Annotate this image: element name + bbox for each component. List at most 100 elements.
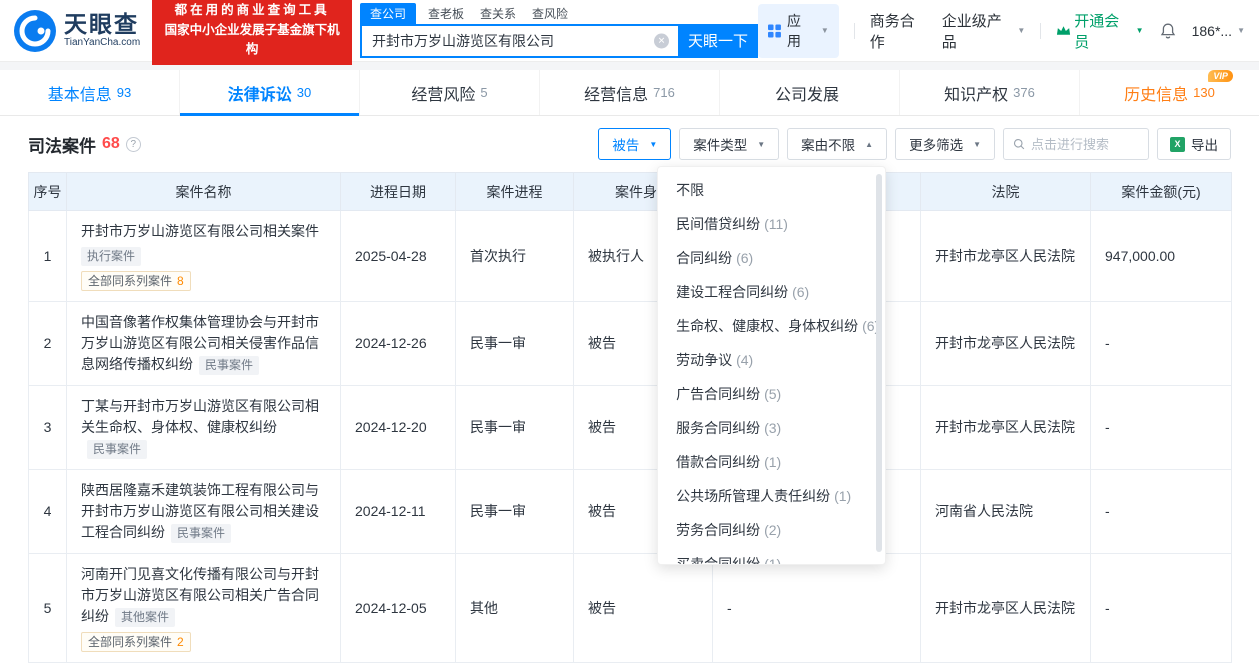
dropdown-item-label: 劳动争议 [676,352,733,368]
dropdown-item-count: (4) [736,352,754,368]
dropdown-item-count: (11) [764,216,788,232]
cell-case-name: 陕西居隆嘉禾建筑装饰工程有限公司与开封市万岁山游览区有限公司相关建设工程合同纠纷… [66,469,341,554]
cell-case-name: 开封市万岁山游览区有限公司相关案件 执行案件 全部同系列案件 8 [66,210,341,302]
cell-cause: - [712,553,921,663]
section-toolbar: 司法案件 68 ? 被告 ▼ 案件类型 ▼ 案由不限 ▲ 不限 民间借贷纠纷 (1… [28,128,1231,565]
series-count: 2 [177,635,184,649]
membership-label: 开通会员 [1074,12,1120,51]
dropdown-item[interactable]: 建设工程合同纠纷 (6) [658,275,885,309]
case-link[interactable]: 开封市万岁山游览区有限公司相关案件 [81,221,326,242]
case-search-input[interactable] [1031,136,1139,152]
user-account-menu[interactable]: 186*... ▼ [1192,23,1245,39]
nav-open-membership[interactable]: 开通会员 ▼ [1056,10,1144,52]
col-no: 序号 [28,172,67,211]
series-cases-badge[interactable]: 全部同系列案件 8 [81,271,191,291]
table-row: 5 河南开门见喜文化传播有限公司与开封市万岁山游览区有限公司相关广告合同纠纷 其他… [28,553,1232,663]
search-tab-company[interactable]: 查公司 [360,2,417,24]
search-tab-boss[interactable]: 查老板 [428,3,464,24]
cell-amount: - [1090,469,1232,554]
dropdown-item[interactable]: 服务合同纠纷 (3) [658,411,885,445]
dropdown-item-count: (1) [834,488,852,504]
table-header-row: 序号 案件名称 进程日期 案件进程 案件身份 法院 案件金额(元) [28,172,1232,211]
nav-business-cooperation[interactable]: 商务合作 [870,10,927,52]
series-label: 全部同系列案件 [88,635,173,649]
divider [1040,22,1042,39]
cell-case-name: 丁某与开封市万岁山游览区有限公司相关生命权、身体权、健康权纠纷民事案件 [66,385,341,470]
export-button[interactable]: X 导出 [1157,128,1231,160]
dropdown-item[interactable]: 劳务合同纠纷 (2) [658,513,885,547]
help-icon[interactable]: ? [125,136,141,152]
filter-label: 被告 [612,138,640,153]
col-case-name: 案件名称 [66,172,341,211]
chevron-up-icon: ▲ [865,139,874,149]
filter-defendant[interactable]: 被告 ▼ [598,128,672,160]
case-search-box[interactable] [1003,128,1149,160]
tab-intellectual-property[interactable]: 知识产权 376 [899,70,1079,115]
export-label: 导出 [1191,138,1218,153]
series-cases-badge[interactable]: 全部同系列案件 2 [81,632,191,652]
tianyancha-eye-icon [14,9,56,52]
logo[interactable]: 天眼查 TianYanCha.com [14,9,140,52]
vip-badge: VIP [1208,69,1233,82]
dropdown-scrollbar[interactable] [876,174,883,552]
company-search-input[interactable] [360,23,678,58]
case-type-badge: 民事案件 [87,440,148,459]
cell-no: 1 [28,210,67,302]
case-type-badge: 民事案件 [199,356,260,375]
dropdown-item[interactable]: 劳动争议 (4) [658,343,885,377]
filter-label: 更多筛选 [909,138,964,153]
dropdown-item-count: (3) [764,420,782,436]
case-link[interactable]: 丁某与开封市万岁山游览区有限公司相关生命权、身体权、健康权纠纷 [81,398,319,435]
cell-no: 5 [28,553,67,663]
dropdown-item-count: (5) [764,386,782,402]
filter-more[interactable]: 更多筛选 ▼ [895,128,995,160]
cell-no: 2 [28,301,67,386]
top-nav: 应用 ▼ 商务合作 企业级产品 ▼ 开通会员 ▼ 186*... ▼ [758,3,1245,58]
tab-label: 经营信息 [584,86,649,104]
dropdown-item[interactable]: 生命权、健康权、身体权纠纷 (6) [658,309,885,343]
filter-cause-of-action[interactable]: 案由不限 ▲ 不限 民间借贷纠纷 (11) 合同纠纷 (6) 建设工程合同纠纷 (6)… [657,128,888,565]
tab-label: 基本信息 [47,86,112,104]
tab-history-info[interactable]: 历史信息 130 VIP [1079,69,1259,115]
dropdown-item-label: 买卖合同纠纷 [676,556,761,565]
tab-operational-risk[interactable]: 经营风险 5 [359,70,539,115]
notification-bell-icon[interactable] [1159,22,1177,40]
chevron-down-icon: ▼ [820,26,829,35]
cell-date: 2024-12-26 [340,301,456,386]
dropdown-item-label: 不限 [676,182,705,198]
chevron-down-icon: ▼ [1237,26,1245,35]
dropdown-item-label: 广告合同纠纷 [676,386,761,402]
dropdown-item-count: (2) [764,522,782,538]
filter-label: 案件类型 [693,138,748,153]
filter-case-type[interactable]: 案件类型 ▼ [679,128,780,160]
apps-menu-button[interactable]: 应用 ▼ [758,3,839,58]
tab-label: 历史信息 [1124,86,1189,104]
cell-no: 4 [28,469,67,554]
search-area: 查公司 查老板 查关系 查风险 ✕ 天眼一下 [360,2,758,58]
dropdown-item[interactable]: 民间借贷纠纷 (11) [658,207,885,241]
dropdown-item[interactable]: 买卖合同纠纷 (1) [658,547,885,565]
tab-legal-proceedings[interactable]: 法律诉讼 30 [179,70,359,116]
cell-case-name: 中国音像著作权集体管理协会与开封市万岁山游览区有限公司相关侵害作品信息网络传播权… [66,301,341,386]
search-tab-relation[interactable]: 查关系 [480,3,516,24]
search-button[interactable]: 天眼一下 [678,23,758,58]
cell-case-name: 河南开门见喜文化传播有限公司与开封市万岁山游览区有限公司相关广告合同纠纷 其他案件… [66,553,341,663]
dropdown-item[interactable]: 不限 [658,173,885,207]
divider [853,22,855,39]
tab-business-info[interactable]: 经营信息 716 [539,70,719,115]
dropdown-item[interactable]: 公共场所管理人责任纠纷 (1) [658,479,885,513]
cell-progress: 首次执行 [455,210,574,302]
clear-icon[interactable]: ✕ [654,33,669,48]
dropdown-item[interactable]: 广告合同纠纷 (5) [658,377,885,411]
tab-basic-info[interactable]: 基本信息 93 [0,70,179,115]
dropdown-item-count: (6) [792,284,810,300]
tab-company-development[interactable]: 公司发展 [719,70,899,115]
search-tab-risk[interactable]: 查风险 [532,3,568,24]
nav-enterprise-products[interactable]: 企业级产品 ▼ [942,10,1026,52]
dropdown-item[interactable]: 合同纠纷 (6) [658,241,885,275]
cell-date: 2024-12-20 [340,385,456,470]
top-header: 天眼查 TianYanCha.com 都在用的商业查询工具 国家中小企业发展子基… [0,0,1259,65]
cell-progress: 民事一审 [455,385,574,470]
dropdown-item[interactable]: 借款合同纠纷 (1) [658,445,885,479]
cell-identity: 被告 [573,553,713,663]
